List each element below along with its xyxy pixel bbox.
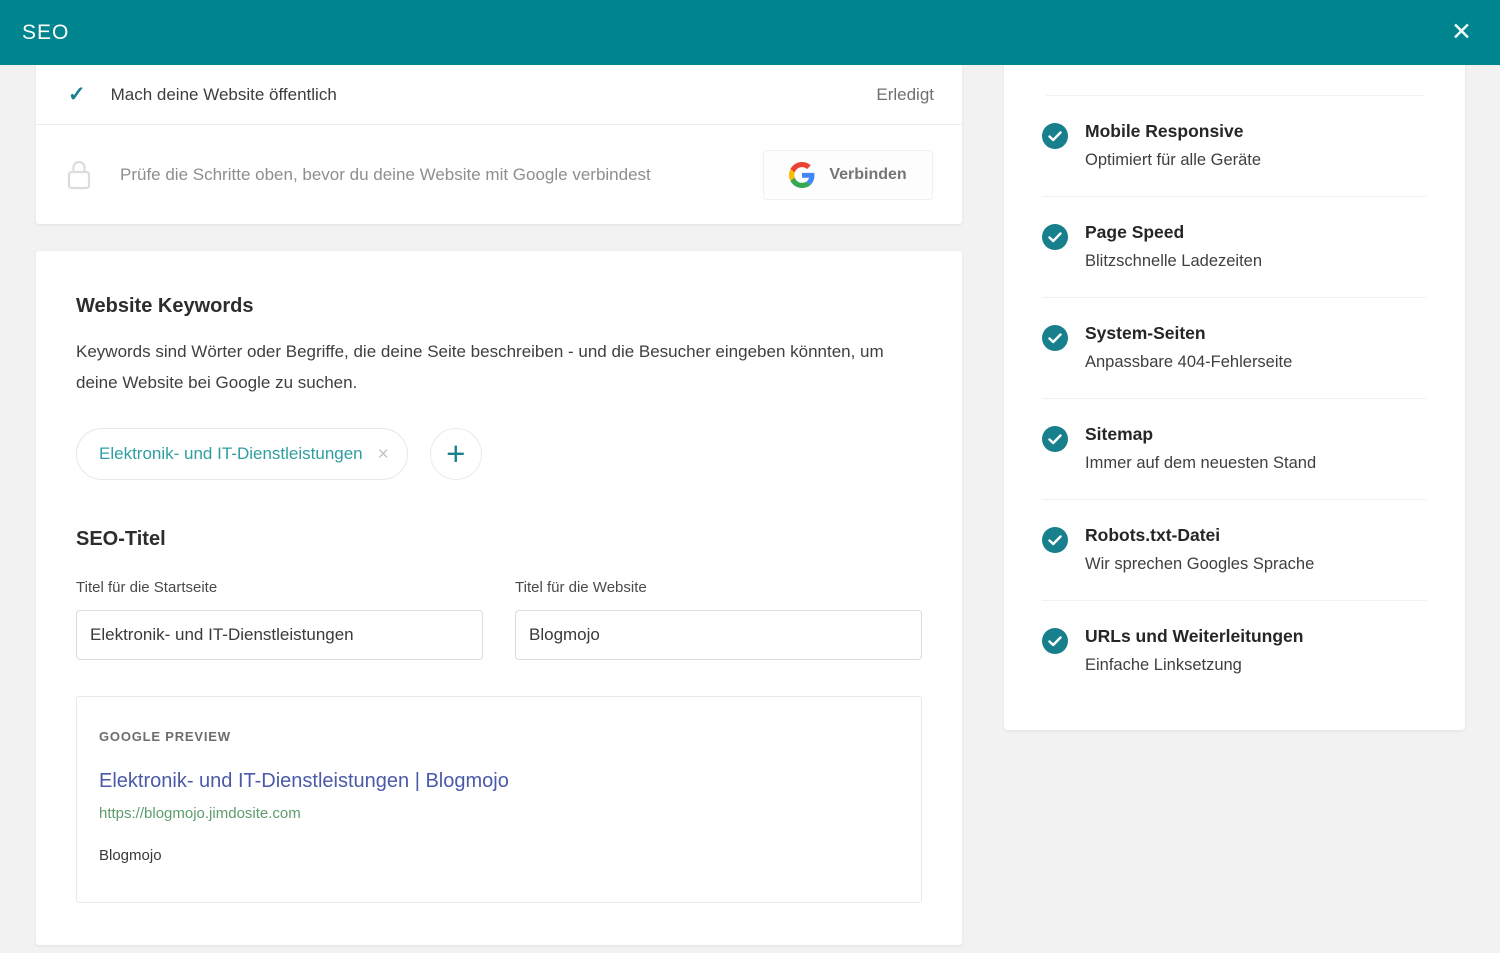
feature-item-system-pages: System-Seiten Anpassbare 404-Fehlerseite: [1042, 298, 1427, 399]
check-circle-icon: [1042, 426, 1068, 452]
google-connect-button-label: Verbinden: [829, 166, 906, 184]
website-title-field-group: Titel für die Website: [515, 579, 922, 660]
homepage-title-field-group: Titel für die Startseite: [76, 579, 483, 660]
plus-icon: +: [446, 435, 465, 472]
remove-keyword-icon[interactable]: ×: [378, 445, 389, 464]
checklist-row-website-public: ✓ Mach deine Website öffentlich Erledigt: [36, 65, 962, 125]
keyword-chip[interactable]: Elektronik- und IT-Dienstleistungen ×: [76, 428, 408, 480]
feature-title: System-Seiten: [1085, 323, 1292, 344]
checkmark-icon: ✓: [68, 82, 86, 107]
keywords-chip-row: Elektronik- und IT-Dienstleistungen × +: [76, 428, 922, 480]
feature-subtitle: Immer auf dem neuesten Stand: [1085, 454, 1316, 473]
feature-title: Mobile Responsive: [1085, 121, 1261, 142]
seo-title-section-title: SEO-Titel: [76, 528, 922, 551]
feature-subtitle: Wir sprechen Googles Sprache: [1085, 555, 1314, 574]
keywords-description: Keywords sind Wörter oder Begriffe, die …: [76, 336, 906, 398]
homepage-title-label: Titel für die Startseite: [76, 579, 483, 596]
add-keyword-button[interactable]: +: [430, 428, 482, 480]
google-connect-hint: Prüfe die Schritte oben, bevor du deine …: [120, 165, 651, 185]
divider: [1046, 65, 1423, 96]
feature-subtitle: Blitzschnelle Ladezeiten: [1085, 252, 1262, 271]
features-column: Mobile Responsive Optimiert für alle Ger…: [1004, 65, 1465, 730]
seo-panel-header: SEO ✕: [0, 0, 1500, 65]
feature-subtitle: Optimiert für alle Geräte: [1085, 151, 1261, 170]
google-preview-url: https://blogmojo.jimdosite.com: [99, 805, 899, 822]
check-circle-icon: [1042, 527, 1068, 553]
homepage-title-input[interactable]: [76, 610, 483, 660]
page-title: SEO: [22, 21, 69, 45]
google-connect-button[interactable]: Verbinden: [763, 150, 933, 200]
keyword-chip-label: Elektronik- und IT-Dienstleistungen: [99, 444, 363, 464]
google-connect-card: ✓ Mach deine Website öffentlich Erledigt…: [36, 65, 962, 224]
feature-subtitle: Anpassbare 404-Fehlerseite: [1085, 353, 1292, 372]
feature-item-sitemap: Sitemap Immer auf dem neuesten Stand: [1042, 399, 1427, 500]
check-circle-icon: [1042, 224, 1068, 250]
website-title-label: Titel für die Website: [515, 579, 922, 596]
check-circle-icon: [1042, 628, 1068, 654]
feature-title: Page Speed: [1085, 222, 1262, 243]
seo-settings-card: Website Keywords Keywords sind Wörter od…: [36, 251, 962, 945]
check-circle-icon: [1042, 325, 1068, 351]
google-preview-description: Blogmojo: [99, 847, 899, 864]
feature-title: Sitemap: [1085, 424, 1316, 445]
feature-subtitle: Einfache Linksetzung: [1085, 656, 1303, 675]
main-column: ✓ Mach deine Website öffentlich Erledigt…: [36, 65, 962, 945]
keywords-section-title: Website Keywords: [76, 295, 922, 318]
close-icon[interactable]: ✕: [1445, 16, 1478, 49]
website-title-input[interactable]: [515, 610, 922, 660]
seo-title-fields: Titel für die Startseite Titel für die W…: [76, 579, 922, 660]
status-badge: Erledigt: [876, 85, 934, 105]
seo-features-card: Mobile Responsive Optimiert für alle Ger…: [1004, 65, 1465, 730]
checklist-item-label: Mach deine Website öffentlich: [111, 85, 337, 105]
google-logo-icon: [789, 162, 815, 188]
feature-title: URLs und Weiterleitungen: [1085, 626, 1303, 647]
google-preview-box: GOOGLE PREVIEW Elektronik- und IT-Dienst…: [76, 696, 922, 903]
feature-item-page-speed: Page Speed Blitzschnelle Ladezeiten: [1042, 197, 1427, 298]
google-preview-label: GOOGLE PREVIEW: [99, 729, 899, 744]
check-circle-icon: [1042, 123, 1068, 149]
google-preview-title: Elektronik- und IT-Dienstleistungen | Bl…: [99, 770, 899, 793]
feature-item-robots-txt: Robots.txt-Datei Wir sprechen Googles Sp…: [1042, 500, 1427, 601]
feature-item-urls-redirects: URLs und Weiterleitungen Einfache Linkse…: [1042, 601, 1427, 701]
feature-item-mobile-responsive: Mobile Responsive Optimiert für alle Ger…: [1042, 96, 1427, 197]
google-connect-row: Prüfe die Schritte oben, bevor du deine …: [36, 125, 962, 224]
feature-title: Robots.txt-Datei: [1085, 525, 1314, 546]
lock-icon: [66, 159, 92, 191]
